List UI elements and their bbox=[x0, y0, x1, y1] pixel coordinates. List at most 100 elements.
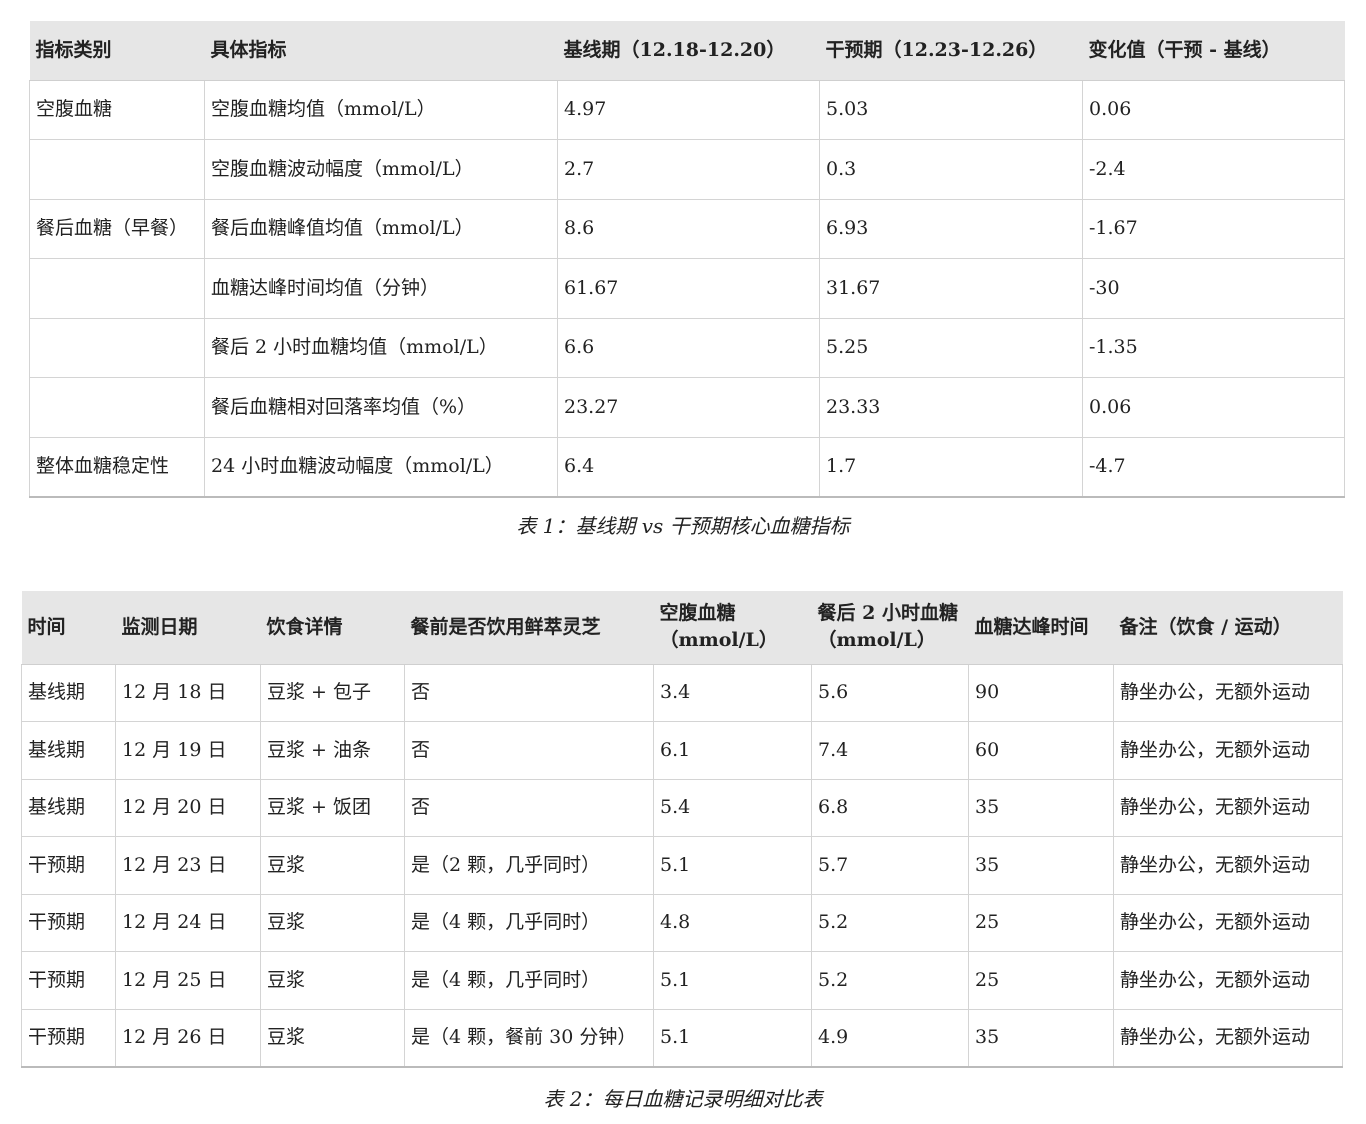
period-cell: 基线期 bbox=[21, 779, 116, 837]
date-cell: 12 月 24 日 bbox=[115, 894, 261, 952]
notes-cell: 静坐办公，无额外运动 bbox=[1113, 664, 1343, 722]
header-peak-time: 血糖达峰时间 bbox=[968, 591, 1114, 665]
peak-time-cell: 25 bbox=[968, 951, 1114, 1010]
table-2-caption: 表 2：每日血糖记录明细对比表 bbox=[543, 1087, 823, 1111]
indicator-category bbox=[29, 377, 205, 438]
indicator-category: 整体血糖稳定性 bbox=[29, 437, 205, 498]
diet-cell: 豆浆 bbox=[260, 894, 405, 952]
indicator-name: 餐后 2 小时血糖均值（mmol/L） bbox=[204, 318, 558, 378]
fasting-glucose-cell: 5.4 bbox=[653, 779, 812, 837]
change-value: -1.35 bbox=[1082, 318, 1345, 378]
baseline-value: 6.6 bbox=[557, 318, 820, 378]
change-value: 0.06 bbox=[1082, 377, 1345, 438]
change-value: -2.4 bbox=[1082, 139, 1345, 200]
header-intervention-period: 干预期（12.23-12.26） bbox=[819, 21, 1083, 81]
intervention-value: 1.7 bbox=[819, 437, 1083, 498]
header-2h-postprandial-glucose: 餐后 2 小时血糖（mmol/L） bbox=[811, 591, 969, 665]
indicator-name: 血糖达峰时间均值（分钟） bbox=[204, 258, 558, 319]
indicator-category: 空腹血糖 bbox=[29, 80, 205, 140]
indicator-category bbox=[29, 318, 205, 378]
table-row: 餐后 2 小时血糖均值（mmol/L） 6.6 5.25 -1.35 bbox=[29, 318, 1345, 378]
lingzhi-cell: 否 bbox=[404, 664, 654, 722]
diet-cell: 豆浆 + 包子 bbox=[260, 664, 405, 722]
diet-cell: 豆浆 + 饭团 bbox=[260, 779, 405, 837]
peak-time-cell: 90 bbox=[968, 664, 1114, 722]
notes-cell: 静坐办公，无额外运动 bbox=[1113, 836, 1343, 895]
table-row: 血糖达峰时间均值（分钟） 61.67 31.67 -30 bbox=[29, 258, 1345, 319]
baseline-value: 8.6 bbox=[557, 199, 820, 259]
date-cell: 12 月 25 日 bbox=[115, 951, 261, 1010]
notes-cell: 静坐办公，无额外运动 bbox=[1113, 779, 1343, 837]
peak-time-cell: 60 bbox=[968, 721, 1114, 780]
fasting-glucose-cell: 3.4 bbox=[653, 664, 812, 722]
period-cell: 基线期 bbox=[21, 664, 116, 722]
postprandial-glucose-cell: 7.4 bbox=[811, 721, 969, 780]
period-cell: 基线期 bbox=[21, 721, 116, 780]
intervention-value: 6.93 bbox=[819, 199, 1083, 259]
indicator-name: 空腹血糖波动幅度（mmol/L） bbox=[204, 139, 558, 200]
change-value: -1.67 bbox=[1082, 199, 1345, 259]
header-change-value: 变化值（干预 - 基线） bbox=[1082, 21, 1345, 81]
baseline-value: 6.4 bbox=[557, 437, 820, 498]
date-cell: 12 月 23 日 bbox=[115, 836, 261, 895]
indicator-category: 餐后血糖（早餐） bbox=[29, 199, 205, 259]
core-glucose-indicators-table: 指标类别 具体指标 基线期（12.18-12.20） 干预期（12.23-12.… bbox=[29, 21, 1345, 498]
baseline-value: 23.27 bbox=[557, 377, 820, 438]
indicator-category bbox=[29, 139, 205, 200]
lingzhi-cell: 是（4 颗，餐前 30 分钟） bbox=[404, 1009, 654, 1068]
indicator-name: 餐后血糖相对回落率均值（%） bbox=[204, 377, 558, 438]
postprandial-glucose-cell: 5.7 bbox=[811, 836, 969, 895]
period-cell: 干预期 bbox=[21, 1009, 116, 1068]
fasting-glucose-cell: 4.8 bbox=[653, 894, 812, 952]
table-row: 餐后血糖（早餐） 餐后血糖峰值均值（mmol/L） 8.6 6.93 -1.67 bbox=[29, 199, 1345, 259]
notes-cell: 静坐办公，无额外运动 bbox=[1113, 1009, 1343, 1068]
table-1-caption: 表 1：基线期 vs 干预期核心血糖指标 bbox=[516, 514, 850, 538]
date-cell: 12 月 18 日 bbox=[115, 664, 261, 722]
period-cell: 干预期 bbox=[21, 894, 116, 952]
table-row: 整体血糖稳定性 24 小时血糖波动幅度（mmol/L） 6.4 1.7 -4.7 bbox=[29, 437, 1345, 498]
diet-cell: 豆浆 bbox=[260, 951, 405, 1010]
postprandial-glucose-cell: 5.6 bbox=[811, 664, 969, 722]
peak-time-cell: 25 bbox=[968, 894, 1114, 952]
header-monitoring-date: 监测日期 bbox=[115, 591, 261, 665]
table-row: 干预期 12 月 25 日 豆浆 是（4 颗，几乎同时） 5.1 5.2 25 … bbox=[21, 951, 1343, 1010]
indicator-name: 餐后血糖峰值均值（mmol/L） bbox=[204, 199, 558, 259]
table-row: 基线期 12 月 20 日 豆浆 + 饭团 否 5.4 6.8 35 静坐办公，… bbox=[21, 779, 1343, 837]
intervention-value: 5.25 bbox=[819, 318, 1083, 378]
lingzhi-cell: 是（2 颗，几乎同时） bbox=[404, 836, 654, 895]
fasting-glucose-cell: 5.1 bbox=[653, 1009, 812, 1068]
postprandial-glucose-cell: 6.8 bbox=[811, 779, 969, 837]
period-cell: 干预期 bbox=[21, 951, 116, 1010]
date-cell: 12 月 19 日 bbox=[115, 721, 261, 780]
header-notes: 备注（饮食 / 运动） bbox=[1113, 591, 1343, 665]
fasting-glucose-cell: 6.1 bbox=[653, 721, 812, 780]
change-value: 0.06 bbox=[1082, 80, 1345, 140]
change-value: -30 bbox=[1082, 258, 1345, 319]
header-indicator-category: 指标类别 bbox=[29, 21, 205, 81]
intervention-value: 31.67 bbox=[819, 258, 1083, 319]
header-diet-details: 饮食详情 bbox=[260, 591, 405, 665]
baseline-value: 61.67 bbox=[557, 258, 820, 319]
indicator-category bbox=[29, 258, 205, 319]
daily-glucose-records-table: 时间 监测日期 饮食详情 餐前是否饮用鲜萃灵芝 空腹血糖（mmol/L） 餐后 … bbox=[21, 591, 1343, 1068]
intervention-value: 23.33 bbox=[819, 377, 1083, 438]
table-row: 空腹血糖波动幅度（mmol/L） 2.7 0.3 -2.4 bbox=[29, 139, 1345, 200]
table-row: 干预期 12 月 23 日 豆浆 是（2 颗，几乎同时） 5.1 5.7 35 … bbox=[21, 836, 1343, 895]
table-row: 餐后血糖相对回落率均值（%） 23.27 23.33 0.06 bbox=[29, 377, 1345, 438]
lingzhi-cell: 否 bbox=[404, 721, 654, 780]
diet-cell: 豆浆 bbox=[260, 836, 405, 895]
change-value: -4.7 bbox=[1082, 437, 1345, 498]
notes-cell: 静坐办公，无额外运动 bbox=[1113, 721, 1343, 780]
baseline-value: 2.7 bbox=[557, 139, 820, 200]
lingzhi-cell: 否 bbox=[404, 779, 654, 837]
table-row: 基线期 12 月 18 日 豆浆 + 包子 否 3.4 5.6 90 静坐办公，… bbox=[21, 664, 1343, 722]
peak-time-cell: 35 bbox=[968, 1009, 1114, 1068]
table-row: 空腹血糖 空腹血糖均值（mmol/L） 4.97 5.03 0.06 bbox=[29, 80, 1345, 140]
header-fasting-glucose: 空腹血糖（mmol/L） bbox=[653, 591, 812, 665]
diet-cell: 豆浆 bbox=[260, 1009, 405, 1068]
table-row: 基线期 12 月 19 日 豆浆 + 油条 否 6.1 7.4 60 静坐办公，… bbox=[21, 721, 1343, 780]
indicator-name: 24 小时血糖波动幅度（mmol/L） bbox=[204, 437, 558, 498]
intervention-value: 5.03 bbox=[819, 80, 1083, 140]
peak-time-cell: 35 bbox=[968, 836, 1114, 895]
header-period: 时间 bbox=[21, 591, 116, 665]
